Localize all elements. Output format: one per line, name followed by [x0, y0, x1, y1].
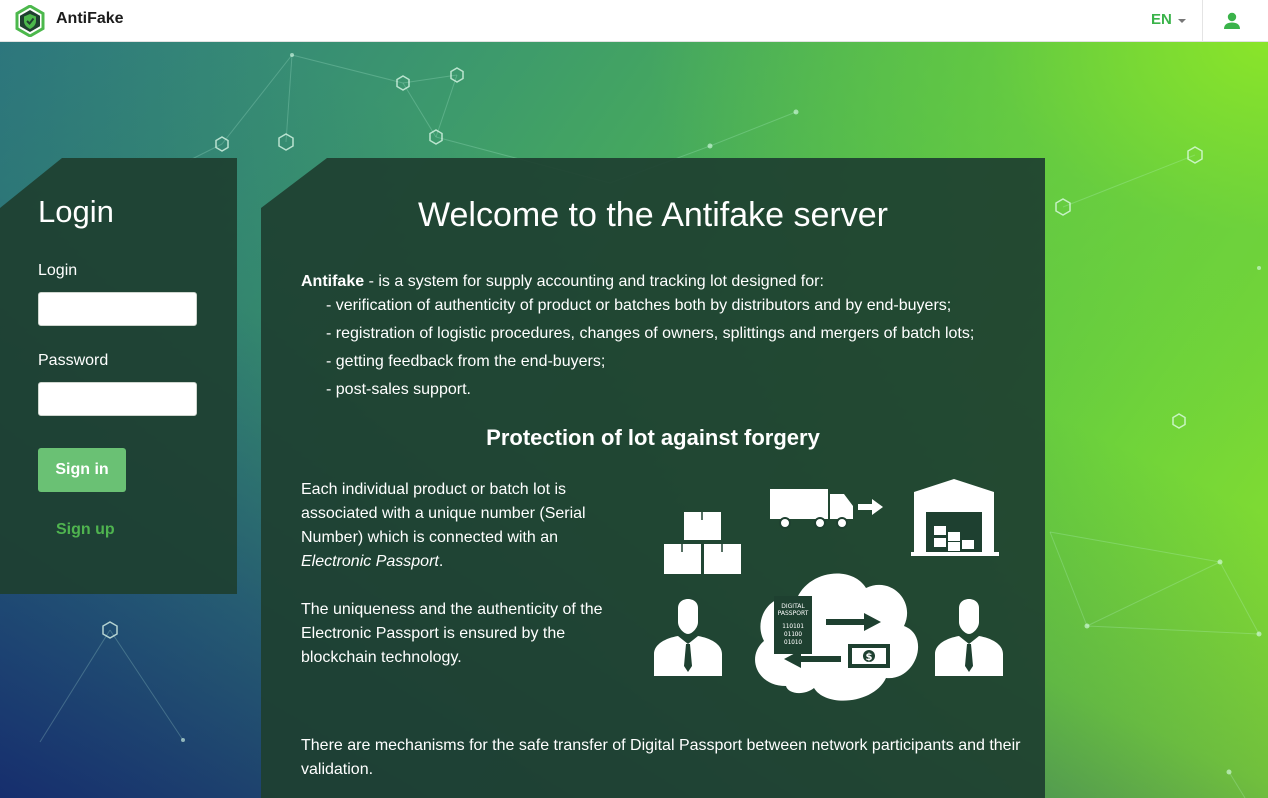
sign-up-link[interactable]: Sign up — [56, 521, 115, 539]
arrow-right-icon — [858, 499, 883, 515]
svg-text:DIGITAL: DIGITAL — [781, 603, 805, 610]
intro-description: - is a system for supply accounting and … — [364, 273, 824, 290]
svg-text:PASSPORT: PASSPORT — [778, 610, 809, 617]
feature-item: - getting feedback from the end-buyers; — [326, 353, 606, 370]
header-divider — [1202, 0, 1203, 42]
money-icon: $ — [848, 644, 890, 668]
brand-name[interactable]: AntiFake — [56, 10, 124, 28]
feature-item: - registration of logistic procedures, c… — [326, 325, 975, 342]
person-icon — [935, 599, 1003, 676]
electronic-passport-term: Electronic Passport — [301, 553, 439, 570]
feature-item: - verification of authenticity of produc… — [326, 297, 952, 314]
warehouse-icon — [911, 479, 999, 556]
feature-list: - verification of authenticity of produc… — [326, 292, 1026, 404]
login-input[interactable] — [38, 292, 197, 326]
feature-item: - post-sales support. — [326, 381, 471, 398]
welcome-panel: Welcome to the Antifake server Antifake … — [261, 158, 1045, 798]
paragraph-end: . — [438, 553, 444, 570]
page-title: Welcome to the Antifake server — [418, 196, 888, 234]
svg-text:11O1O1: 11O1O1 — [782, 623, 804, 630]
caret-down-icon — [1177, 18, 1186, 23]
truck-icon — [770, 489, 853, 529]
password-input[interactable] — [38, 382, 197, 416]
svg-text:O11OO: O11OO — [784, 631, 802, 638]
login-panel: Login Login Password Sign in Sign up — [0, 158, 237, 594]
language-label: EN — [1151, 11, 1172, 28]
paragraph-text: Each individual product or batch lot is … — [301, 481, 586, 546]
box-icon — [664, 512, 741, 574]
svg-text:$: $ — [866, 652, 873, 663]
language-selector[interactable]: EN — [1151, 11, 1186, 28]
supply-chain-illustration: DIGITAL PASSPORT 11O1O1 O11OO O1O1O $ — [654, 479, 1003, 701]
svg-text:O1O1O: O1O1O — [784, 639, 802, 646]
shield-logo-icon[interactable] — [14, 5, 46, 37]
person-icon — [654, 599, 722, 676]
intro-brand: Antifake — [301, 273, 365, 290]
login-title: Login — [38, 194, 114, 229]
serial-number-paragraph: Each individual product or batch lot is … — [301, 478, 631, 574]
password-field-label: Password — [38, 352, 109, 369]
section-subtitle: Protection of lot against forgery — [486, 425, 820, 450]
login-field-label: Login — [38, 262, 78, 279]
passport-icon: DIGITAL PASSPORT 11O1O1 O11OO O1O1O — [774, 596, 812, 654]
transfer-paragraph: There are mechanisms for the safe transf… — [301, 737, 1021, 778]
blockchain-paragraph: The uniqueness and the authenticity of t… — [301, 601, 603, 666]
top-navbar: AntiFake EN — [0, 0, 1268, 42]
user-icon[interactable] — [1222, 11, 1242, 31]
sign-in-button[interactable]: Sign in — [38, 448, 126, 492]
